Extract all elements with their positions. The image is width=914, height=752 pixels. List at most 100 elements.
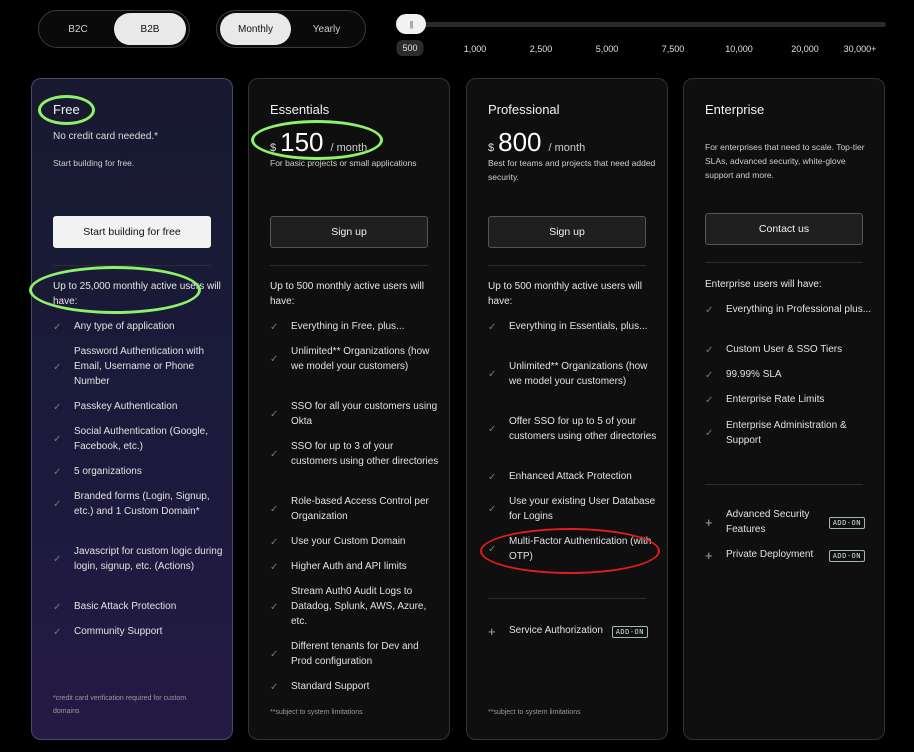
check-icon: ✓ — [488, 544, 497, 556]
divider — [488, 598, 646, 599]
check-icon: ✓ — [488, 471, 497, 483]
b2b-toggle-option[interactable]: B2B — [114, 13, 186, 45]
addon-service-authorization[interactable]: + Service Authorization ADD-ON — [488, 624, 648, 639]
plan-footnote: *credit card verification required for c… — [53, 695, 187, 715]
plan-description: For basic projects or small applications — [270, 158, 417, 168]
check-icon: ✓ — [270, 601, 279, 613]
b2c-toggle-option[interactable]: B2C — [42, 13, 114, 45]
slider-label-1000[interactable]: 1,000 — [464, 44, 487, 54]
plan-name: Enterprise — [705, 102, 765, 117]
plan-intro: Up to 25,000 monthly active users will h… — [53, 281, 221, 307]
feature-item: ✓ Basic Attack Protection — [53, 601, 177, 613]
feature-item: ✓ Stream Auth0 Audit Logs to Datadog, Spl… — [270, 585, 442, 629]
feature-item: ✓ Custom User & SSO Tiers — [705, 344, 843, 356]
feature-item: ✓ Enterprise Administration & Support — [705, 419, 877, 449]
feature-item: ✓ Everything in Professional plus... — [705, 304, 872, 316]
feature-item: ✓ Any type of application — [53, 321, 175, 333]
feature-item: ✓ 99.99% SLA — [705, 369, 782, 381]
feature-item: ✓ Use your Custom Domain — [270, 536, 406, 548]
slider-label-20000[interactable]: 20,000 — [791, 44, 819, 54]
sign-up-button[interactable]: Sign up — [270, 216, 428, 248]
feature-item: ✓ Password Authentication with Email, Use… — [53, 345, 225, 389]
feature-item: ✓ 5 organizations — [53, 466, 142, 478]
check-icon: ✓ — [53, 601, 62, 613]
addon-private-deployment[interactable]: + Private Deployment ADD-ON — [705, 548, 865, 563]
price-period: / month — [548, 142, 586, 154]
feature-item: ✓ SSO for up to 3 of your customers using… — [270, 440, 442, 470]
plan-name: Professional — [488, 102, 560, 117]
yearly-toggle-option[interactable]: Yearly — [291, 13, 362, 45]
plan-intro: Enterprise users will have: — [705, 279, 822, 290]
slider-track[interactable] — [396, 22, 886, 27]
price-currency: $ — [270, 142, 277, 154]
check-icon: ✓ — [270, 449, 279, 461]
plan-card-enterprise: Enterprise For enterprises that need to … — [683, 78, 885, 740]
plan-description: Start building for free. — [53, 158, 135, 168]
slider-label-5000[interactable]: 5,000 — [596, 44, 619, 54]
billing-toggle: Monthly Yearly — [216, 10, 366, 48]
slider-thumb[interactable]: ||| — [396, 14, 426, 34]
price-amount: 150 — [280, 127, 324, 157]
slider-label-2500[interactable]: 2,500 — [530, 44, 553, 54]
plus-icon: + — [488, 624, 496, 639]
feature-item: ✓ Everything in Free, plus... — [270, 321, 405, 333]
feature-item: ✓ Social Authentication (Google, Facebook… — [53, 425, 225, 455]
check-icon: ✓ — [270, 681, 279, 693]
monthly-toggle-option[interactable]: Monthly — [220, 13, 291, 45]
plan-card-free: Free No credit card needed.* Start build… — [31, 78, 233, 740]
monthly-users-slider[interactable]: ||| 500 1,000 2,500 5,000 7,500 10,000 2… — [396, 12, 886, 60]
plus-icon: + — [705, 515, 713, 530]
check-icon: ✓ — [53, 499, 62, 511]
check-icon: ✓ — [53, 466, 62, 478]
check-icon: ✓ — [705, 369, 714, 381]
slider-label-500[interactable]: 500 — [396, 40, 424, 56]
contact-us-button[interactable]: Contact us — [705, 213, 863, 245]
feature-item: ✓ Branded forms (Login, Signup, etc.) and… — [53, 490, 225, 520]
check-icon: ✓ — [53, 434, 62, 446]
plan-footnote: **subject to system limitations — [488, 709, 581, 716]
check-icon: ✓ — [705, 428, 714, 440]
plan-subtitle: No credit card needed.* — [53, 131, 159, 142]
check-icon: ✓ — [270, 536, 279, 548]
check-icon: ✓ — [270, 649, 279, 661]
check-icon: ✓ — [53, 361, 62, 373]
plan-intro: Up to 500 monthly active users will have… — [270, 281, 424, 307]
price-amount: 800 — [498, 127, 542, 157]
feature-item: ✓ Enterprise Rate Limits — [705, 394, 825, 406]
slider-label-30000-plus[interactable]: 30,000+ — [844, 44, 877, 54]
divider — [705, 262, 863, 263]
check-icon: ✓ — [53, 321, 62, 333]
check-icon: ✓ — [270, 409, 279, 421]
plan-description: For enterprises that need to scale. Top-… — [705, 142, 865, 180]
plan-card-professional: Professional $ 800 / month Best for team… — [466, 78, 668, 740]
addon-badge: ADD-ON — [828, 516, 865, 529]
check-icon: ✓ — [270, 354, 279, 366]
feature-item: ✓ Different tenants for Dev and Prod conf… — [270, 640, 442, 670]
slider-label-10000[interactable]: 10,000 — [725, 44, 753, 54]
feature-item: ✓ Offer SSO for up to 5 of your customers… — [488, 415, 660, 445]
feature-item: ✓ Community Support — [53, 626, 163, 638]
check-icon: ✓ — [270, 504, 279, 516]
check-icon: ✓ — [53, 401, 62, 413]
addon-advanced-security[interactable]: + Advanced Security Features ADD-ON — [705, 508, 865, 537]
slider-label-7500[interactable]: 7,500 — [662, 44, 685, 54]
divider — [53, 265, 211, 266]
feature-item: ✓ Standard Support — [270, 681, 370, 693]
check-icon: ✓ — [488, 504, 497, 516]
feature-item: ✓ Everything in Essentials, plus... — [488, 321, 648, 333]
check-icon: ✓ — [488, 369, 497, 381]
plus-icon: + — [705, 548, 713, 563]
plan-price: $ 150 / month — [270, 127, 367, 158]
check-icon: ✓ — [270, 561, 279, 573]
price-period: / month — [330, 142, 368, 154]
check-icon: ✓ — [53, 554, 62, 566]
addon-badge: ADD-ON — [611, 625, 648, 638]
feature-item: ✓ Passkey Authentication — [53, 401, 178, 413]
check-icon: ✓ — [705, 344, 714, 356]
feature-item: ✓ Unlimited** Organizations (how we model… — [488, 360, 660, 390]
divider — [705, 484, 863, 485]
sign-up-button[interactable]: Sign up — [488, 216, 646, 248]
audience-toggle: B2C B2B — [38, 10, 190, 48]
start-building-button[interactable]: Start building for free — [53, 216, 211, 248]
check-icon: ✓ — [270, 321, 279, 333]
